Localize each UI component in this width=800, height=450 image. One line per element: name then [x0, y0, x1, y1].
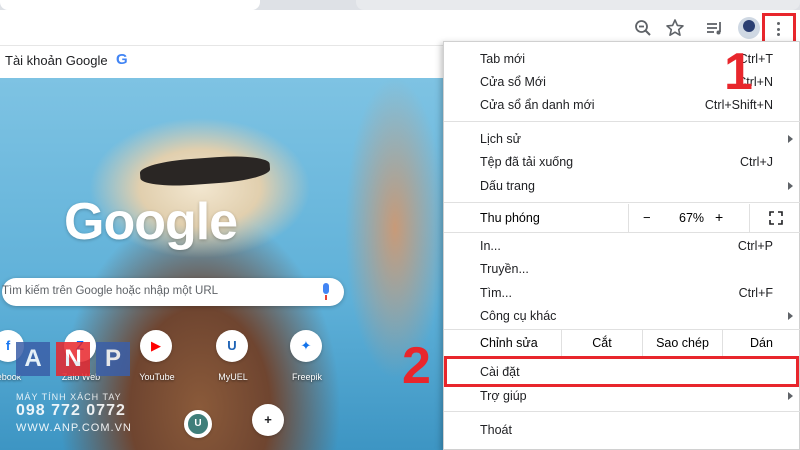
menu-label: Thu phóng [480, 211, 540, 225]
menu-divider [444, 232, 800, 233]
submenu-arrow-icon [788, 182, 793, 190]
menu-label: Cài đặt [480, 365, 520, 379]
watermark-letter: A [16, 342, 50, 376]
google-bookmark-icon[interactable]: G [116, 51, 132, 68]
watermark-phone: 098 772 0772 [16, 402, 126, 419]
menu-label: Lịch sử [480, 132, 522, 146]
menu-divider [444, 411, 800, 412]
zoom-in-button[interactable]: + [715, 209, 723, 225]
menu-item-find[interactable]: Tìm... Ctrl+F [444, 282, 800, 304]
plus-icon: + [252, 404, 284, 436]
zoom-icon[interactable] [632, 17, 654, 39]
menu-item-help[interactable]: Trợ giúp [444, 385, 800, 407]
step-number-1: 1 [724, 43, 753, 101]
zoom-level: 67% [679, 211, 705, 225]
cut-button[interactable]: Cắt [561, 330, 642, 356]
add-shortcut-button[interactable]: + [234, 404, 304, 450]
shortcut-label: MyUEL [218, 372, 248, 382]
active-tab[interactable] [0, 0, 260, 10]
menu-label: Chỉnh sửa [480, 336, 538, 350]
fullscreen-icon [769, 211, 783, 225]
menu-shortcut: Ctrl+J [740, 155, 773, 169]
menu-item-edit: Chỉnh sửa Cắt Sao chép Dán [444, 330, 800, 356]
shortcut-icon: ✦ [290, 330, 322, 362]
watermark-site: WWW.ANP.COM.VN [16, 422, 132, 434]
menu-label: Tab mới [480, 52, 526, 66]
shortcut-icon: U [216, 330, 248, 362]
menu-item-zoom: Thu phóng − 67% + [444, 204, 800, 232]
paste-button[interactable]: Dán [722, 330, 800, 356]
menu-label: Tệp đã tải xuống [480, 155, 574, 169]
menu-shortcut: Ctrl+P [737, 239, 773, 253]
shortcut-label: Freepik [291, 372, 322, 382]
shortcut-icon: U [184, 410, 212, 438]
media-icon[interactable] [704, 17, 726, 39]
menu-label: In... [480, 239, 501, 253]
google-logo: Google [64, 193, 238, 251]
avatar[interactable] [738, 17, 760, 39]
menu-label: Trợ giúp [480, 389, 527, 403]
star-icon[interactable] [664, 17, 686, 39]
menu-label: Thoát [480, 423, 512, 437]
menu-item-downloads[interactable]: Tệp đã tải xuống Ctrl+J [444, 151, 800, 173]
shortcut-tile[interactable]: U MyUEL [198, 330, 268, 390]
submenu-arrow-icon [788, 135, 793, 143]
more-vert-icon [777, 22, 781, 39]
menu-item-exit[interactable]: Thoát [444, 419, 800, 441]
watermark-subtitle: MÁY TÍNH XÁCH TAY [16, 392, 122, 402]
copy-button[interactable]: Sao chép [642, 330, 722, 356]
menu-divider [444, 202, 800, 203]
submenu-arrow-icon [788, 392, 793, 400]
menu-item-print[interactable]: In... Ctrl+P [444, 235, 800, 257]
fullscreen-button[interactable] [749, 204, 800, 232]
shortcut-tile[interactable]: ✦ Freepik [272, 330, 342, 390]
watermark-letter: P [96, 342, 130, 376]
step-number-2: 2 [402, 337, 431, 395]
menu-divider [444, 121, 800, 122]
menu-label: Truyền... [480, 262, 529, 276]
menu-item-more-tools[interactable]: Công cụ khác [444, 305, 800, 327]
menu-shortcut: Ctrl+F [738, 286, 773, 300]
tab-strip [0, 0, 800, 10]
menu-label: Cửa sổ Mới [480, 75, 546, 89]
search-box[interactable]: Tìm kiếm trên Google hoặc nhập một URL [2, 278, 344, 306]
menu-label: Dấu trang [480, 179, 535, 193]
zoom-out-button[interactable]: − [643, 210, 651, 225]
menu-item-cast[interactable]: Truyền... [444, 258, 800, 280]
menu-item-settings[interactable]: Cài đặt [444, 356, 799, 387]
menu-label: Công cụ khác [480, 309, 557, 323]
inactive-tab[interactable] [356, 0, 800, 10]
microphone-icon[interactable] [320, 283, 332, 301]
shortcut-tile[interactable]: U [160, 404, 230, 450]
menu-label: Cửa sổ ẩn danh mới [480, 98, 595, 112]
menu-label: Tìm... [480, 286, 512, 300]
watermark-letter: N [56, 342, 90, 376]
submenu-arrow-icon [788, 312, 793, 320]
search-input[interactable]: Tìm kiếm trên Google hoặc nhập một URL [2, 285, 218, 297]
anp-watermark: A N P MÁY TÍNH XÁCH TAY 098 772 0772 WWW… [6, 342, 146, 442]
menu-item-bookmarks[interactable]: Dấu trang [444, 175, 800, 197]
menu-item-history[interactable]: Lịch sử [444, 128, 800, 150]
zoom-controls: − 67% + [628, 204, 800, 232]
bookmark-google-account[interactable]: Tài khoản Google [5, 53, 108, 68]
chrome-main-menu: Tab mới Ctrl+T Cửa sổ Mới Ctrl+N Cửa sổ … [443, 41, 800, 450]
